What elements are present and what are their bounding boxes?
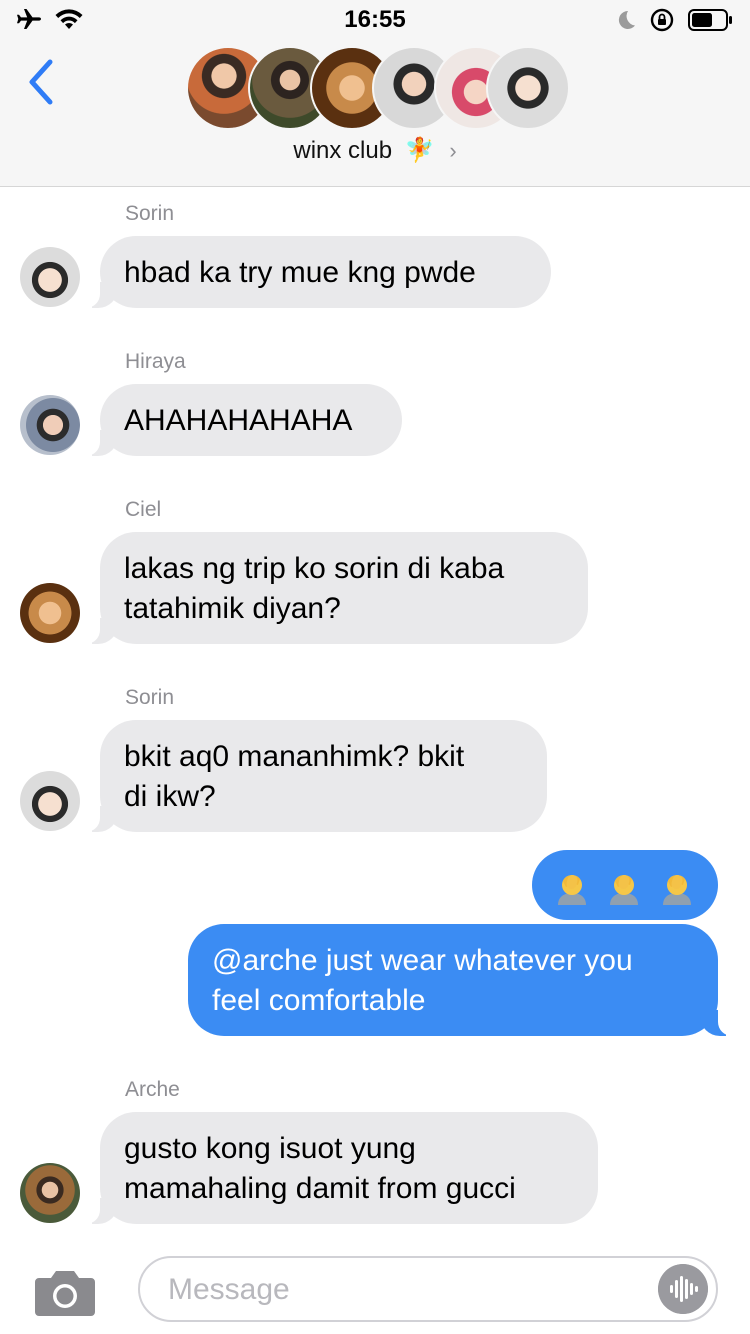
group-name: winx club [293,137,393,164]
message-text-line: lakas ng trip ko sorin di kaba [124,552,505,585]
avatar [20,247,80,307]
battery-icon [688,9,732,31]
group-title[interactable]: winx club 🧚 › [0,136,750,165]
moon-icon [618,10,635,29]
message-bubble[interactable]: hbad ka try mue kng pwde [80,236,551,308]
facepalm-emoji-icon [558,875,586,906]
sender-name: Ciel [125,498,162,521]
message-text-line: tatahimik diyan? [124,592,341,625]
camera-icon[interactable] [33,1268,97,1318]
rotation-lock-icon [650,8,674,32]
message-bubble[interactable]: AHAHAHAHAHA [80,384,402,456]
message-bubble[interactable]: gusto kong isuot yung mamahaling damit f… [80,1112,598,1224]
avatar [20,583,80,643]
message-text-line: mamahaling damit from gucci [124,1172,516,1205]
status-bar: 16:55 [0,0,750,40]
message-input-bar: Message [0,1244,750,1334]
avatar [20,771,80,831]
conversation-header: 16:55 winx club 🧚 › [0,0,750,187]
message-text-line: feel comfortable [212,984,426,1017]
avatar [20,395,80,455]
message-bubble[interactable]: lakas ng trip ko sorin di kaba tatahimik… [80,532,588,644]
avatar [486,46,570,130]
chevron-right-icon: › [449,138,457,163]
message-placeholder: Message [168,1273,290,1306]
back-chevron-icon[interactable] [24,58,64,106]
message-bubble[interactable]: bkit aq0 mananhimk? bkit di ikw? [80,720,547,832]
sender-name: Hiraya [125,350,186,373]
facepalm-emoji-icon [662,875,691,906]
group-avatars[interactable] [186,46,570,130]
status-right [616,8,734,32]
sender-name: Arche [125,1078,180,1101]
avatar [20,1163,80,1223]
message-text-line: gusto kong isuot yung [124,1132,416,1165]
message-text-line: bkit aq0 mananhimk? bkit [124,740,465,773]
message-text-line: @arche just wear whatever you [212,944,633,977]
sender-name: Sorin [125,202,175,225]
message-text: AHAHAHAHAHA [124,404,353,437]
message-bubble-outgoing[interactable] [532,850,718,920]
facepalm-emoji-icon [610,875,639,906]
sender-name: Sorin [125,686,175,709]
voice-waveform-icon[interactable] [658,1264,708,1314]
message-text-line: di ikw? [124,780,216,813]
group-emoji: 🧚 [404,136,435,164]
message-input[interactable]: Message [138,1256,718,1322]
message-bubble-outgoing[interactable]: @arche just wear whatever you feel comfo… [188,924,738,1036]
message-text: hbad ka try mue kng pwde [124,256,476,289]
